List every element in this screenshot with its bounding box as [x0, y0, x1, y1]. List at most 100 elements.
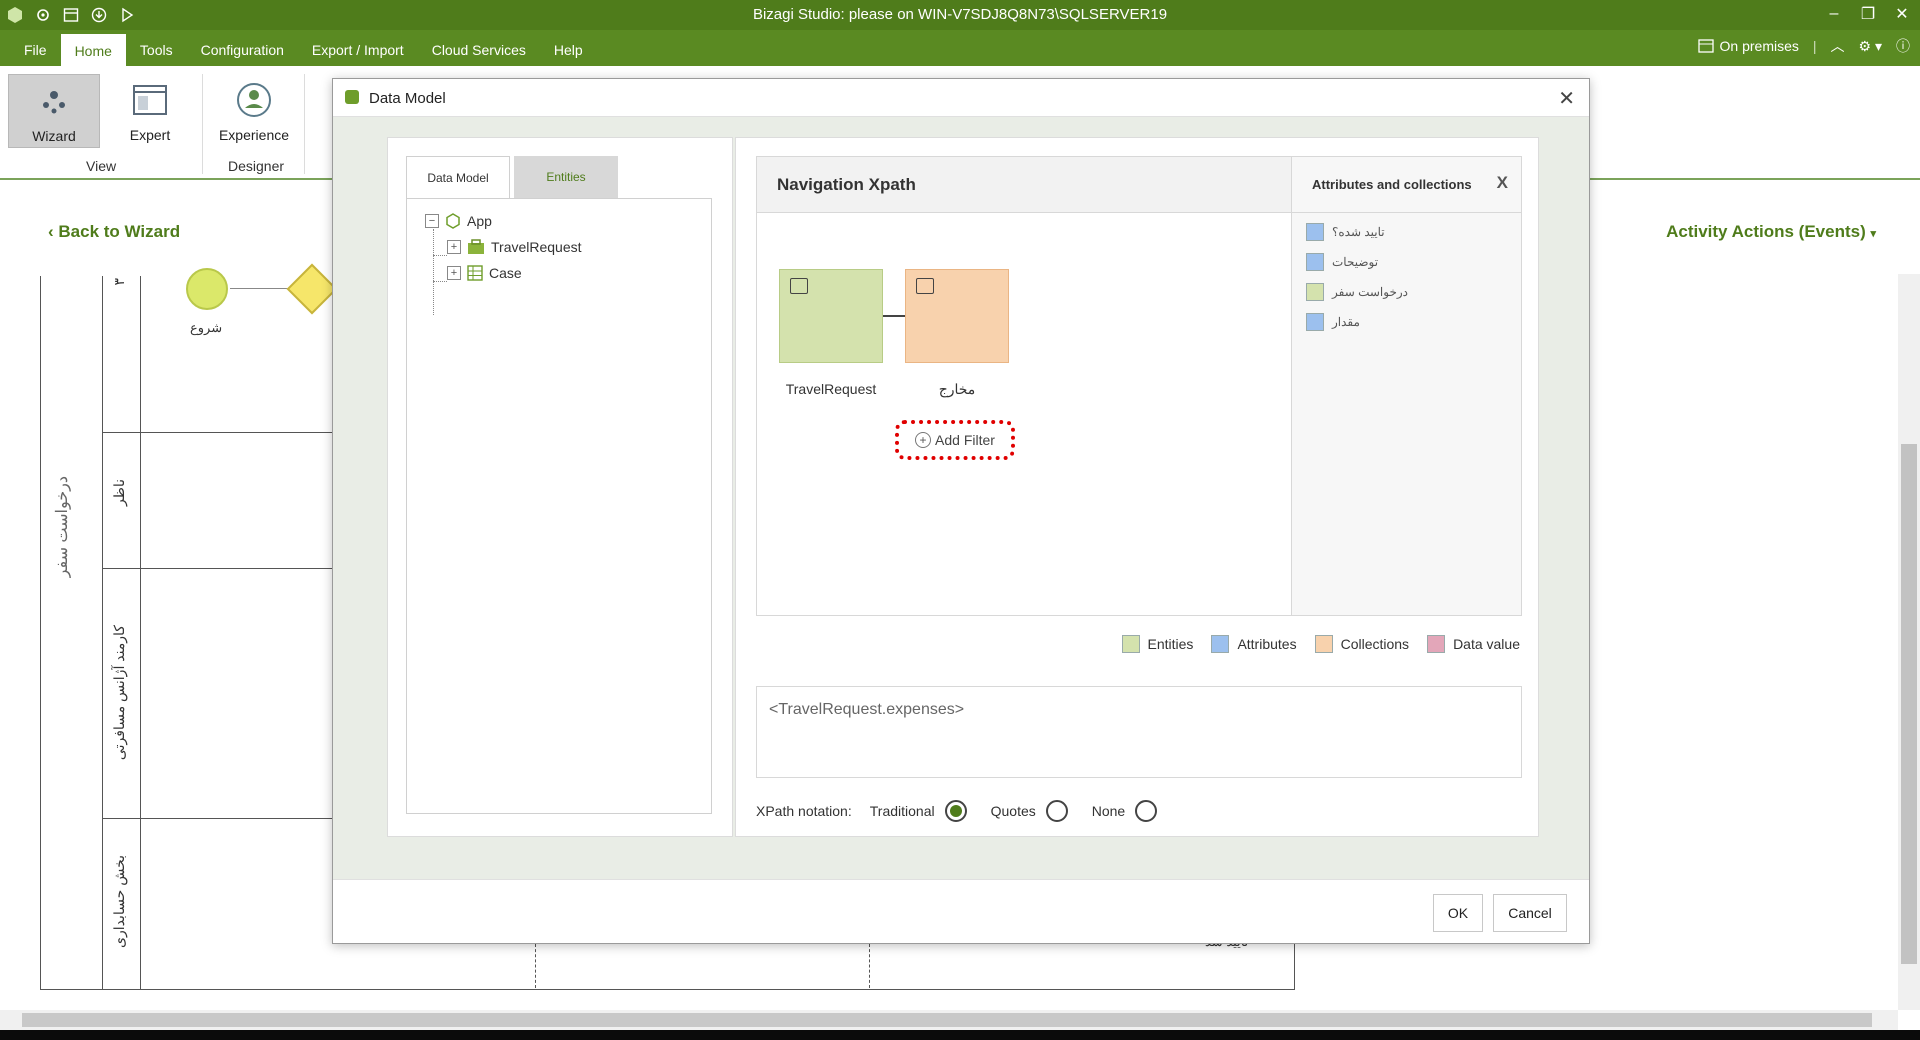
tab-strip: Data Model Entities — [406, 156, 618, 198]
legend: Entities Attributes Collections Data val… — [1121, 635, 1520, 653]
tree-node-app[interactable]: − App — [425, 213, 492, 229]
tree-connector — [433, 281, 447, 282]
start-event[interactable] — [186, 268, 228, 310]
tab-entities[interactable]: Entities — [514, 156, 618, 198]
on-premises-label: On premises — [1719, 38, 1799, 54]
menu-home[interactable]: Home — [60, 34, 126, 66]
notation-option-label: Quotes — [990, 803, 1036, 819]
close-window-icon[interactable]: ✕ — [1890, 2, 1914, 26]
add-filter-button[interactable]: + Add Filter — [895, 420, 1015, 460]
attribute-item[interactable]: توضیحات — [1306, 253, 1378, 271]
activity-actions-dropdown[interactable]: Activity Actions (Events) ▾ — [1666, 222, 1876, 242]
notation-option-label: None — [1091, 803, 1126, 819]
menu-help[interactable]: Help — [540, 30, 597, 66]
attribute-label: تایید شده؟ — [1332, 225, 1385, 239]
tree-node-label: TravelRequest — [491, 239, 582, 255]
attribute-swatch — [1306, 253, 1324, 271]
attributes-header: Attributes and collections X — [1292, 157, 1522, 213]
radio-traditional[interactable] — [944, 800, 967, 822]
menu-tools[interactable]: Tools — [126, 30, 187, 66]
app-icon — [446, 213, 460, 229]
restore-icon[interactable]: ❐ — [1856, 2, 1880, 26]
pool-header: درخواست سفر — [41, 276, 103, 990]
tree-node-label: App — [467, 213, 492, 229]
attribute-swatch — [1306, 313, 1324, 331]
cancel-button[interactable]: Cancel — [1493, 894, 1567, 932]
ribbon-separator — [304, 74, 305, 174]
menu-export-import[interactable]: Export / Import — [298, 30, 418, 66]
help-icon[interactable]: ⓘ — [1896, 36, 1910, 56]
plus-circle-icon: + — [915, 432, 932, 448]
close-icon[interactable]: ✕ — [1558, 86, 1575, 111]
horizontal-scrollbar[interactable] — [0, 1010, 1898, 1030]
close-attributes-button[interactable]: X — [1497, 173, 1508, 193]
group-designer-label: Designer — [228, 158, 285, 174]
attributes-panel: Attributes and collections X تایید شده؟ … — [1291, 157, 1522, 615]
attribute-item[interactable]: درخواست سفر — [1306, 283, 1408, 301]
vertical-scrollbar[interactable] — [1898, 274, 1920, 1010]
title-bar: Bizagi Studio: please on WIN-V7SDJ8Q8N73… — [0, 0, 1920, 30]
expert-button[interactable]: Expert — [104, 74, 196, 148]
lane-label: ناظر — [111, 479, 127, 507]
collection-node-expenses[interactable] — [905, 269, 1009, 363]
sequence-flow — [230, 288, 290, 289]
dashed-line — [869, 944, 870, 988]
scrollbar-thumb[interactable] — [1901, 444, 1917, 964]
radio-quotes[interactable] — [1045, 800, 1068, 822]
wizard-button[interactable]: Wizard — [8, 74, 100, 148]
tree-node-case[interactable]: + Case — [447, 265, 522, 281]
radio-none[interactable] — [1135, 800, 1158, 822]
data-model-dialog: Data Model ✕ Data Model Entities − App + — [332, 78, 1590, 944]
activity-actions-label: Activity Actions (Events) — [1666, 222, 1866, 241]
minimize-icon[interactable]: – — [1822, 2, 1846, 26]
navigation-panel: Navigation Xpath TravelRequest مخارج + A… — [735, 137, 1539, 837]
entity-icon — [468, 239, 484, 254]
data-model-tree: − App + TravelRequest + Case — [406, 198, 712, 814]
on-premises-button[interactable]: On premises — [1697, 38, 1799, 54]
dialog-title: Data Model — [369, 90, 446, 107]
entity-icon — [790, 278, 808, 294]
menu-cloud-services[interactable]: Cloud Services — [418, 30, 540, 66]
back-to-wizard-label: Back to Wizard — [58, 222, 181, 241]
server-icon — [1697, 39, 1714, 53]
attribute-item[interactable]: تایید شده؟ — [1306, 223, 1385, 241]
expand-icon[interactable]: + — [447, 240, 461, 254]
tab-data-model[interactable]: Data Model — [406, 156, 510, 198]
xpath-field[interactable]: <TravelRequest.expenses> — [756, 686, 1522, 778]
legend-swatch — [1211, 635, 1230, 653]
dialog-header: Data Model ✕ — [333, 79, 1589, 117]
expand-icon[interactable]: + — [447, 266, 461, 280]
experience-button[interactable]: Experience — [208, 74, 300, 148]
wizard-label: Wizard — [32, 128, 76, 144]
settings-icon[interactable]: ⚙ ▾ — [1859, 38, 1882, 55]
radio-selected-dot — [949, 805, 962, 817]
tree-connector — [433, 255, 447, 256]
expert-label: Expert — [129, 127, 171, 143]
attribute-item[interactable]: مقدار — [1306, 313, 1360, 331]
node-label: TravelRequest — [785, 381, 877, 397]
back-to-wizard-link[interactable]: ‹ Back to Wizard — [48, 222, 180, 242]
legend-label: Collections — [1340, 636, 1410, 652]
chevron-left-icon: ‹ — [48, 222, 59, 241]
collapse-ribbon-icon[interactable]: ︿ — [1831, 36, 1845, 56]
legend-item: Data value — [1427, 635, 1520, 653]
node-label: مخارج — [938, 381, 976, 397]
menu-configuration[interactable]: Configuration — [187, 30, 298, 66]
lane-label: بخش حسابداری — [111, 855, 127, 948]
menu-file[interactable]: File — [10, 30, 61, 66]
ok-button[interactable]: OK — [1433, 894, 1483, 932]
scrollbar-thumb[interactable] — [22, 1013, 1872, 1027]
node-connector — [883, 315, 907, 317]
entity-node-travelrequest[interactable] — [779, 269, 883, 363]
attribute-label: توضیحات — [1332, 255, 1379, 269]
experience-label: Experience — [218, 127, 290, 143]
tree-node-label: Case — [489, 265, 522, 281]
tree-node-travelrequest[interactable]: + TravelRequest — [447, 239, 582, 255]
xpath-notation-label: XPath notation: — [756, 803, 852, 819]
legend-item: Entities — [1121, 635, 1193, 653]
window-title: Bizagi Studio: please on WIN-V7SDJ8Q8N73… — [752, 6, 1168, 23]
lane-label: ۳ — [111, 278, 127, 286]
legend-label: Attributes — [1237, 636, 1297, 652]
xpath-value: <TravelRequest.expenses> — [769, 701, 965, 718]
collapse-icon[interactable]: − — [425, 214, 439, 228]
